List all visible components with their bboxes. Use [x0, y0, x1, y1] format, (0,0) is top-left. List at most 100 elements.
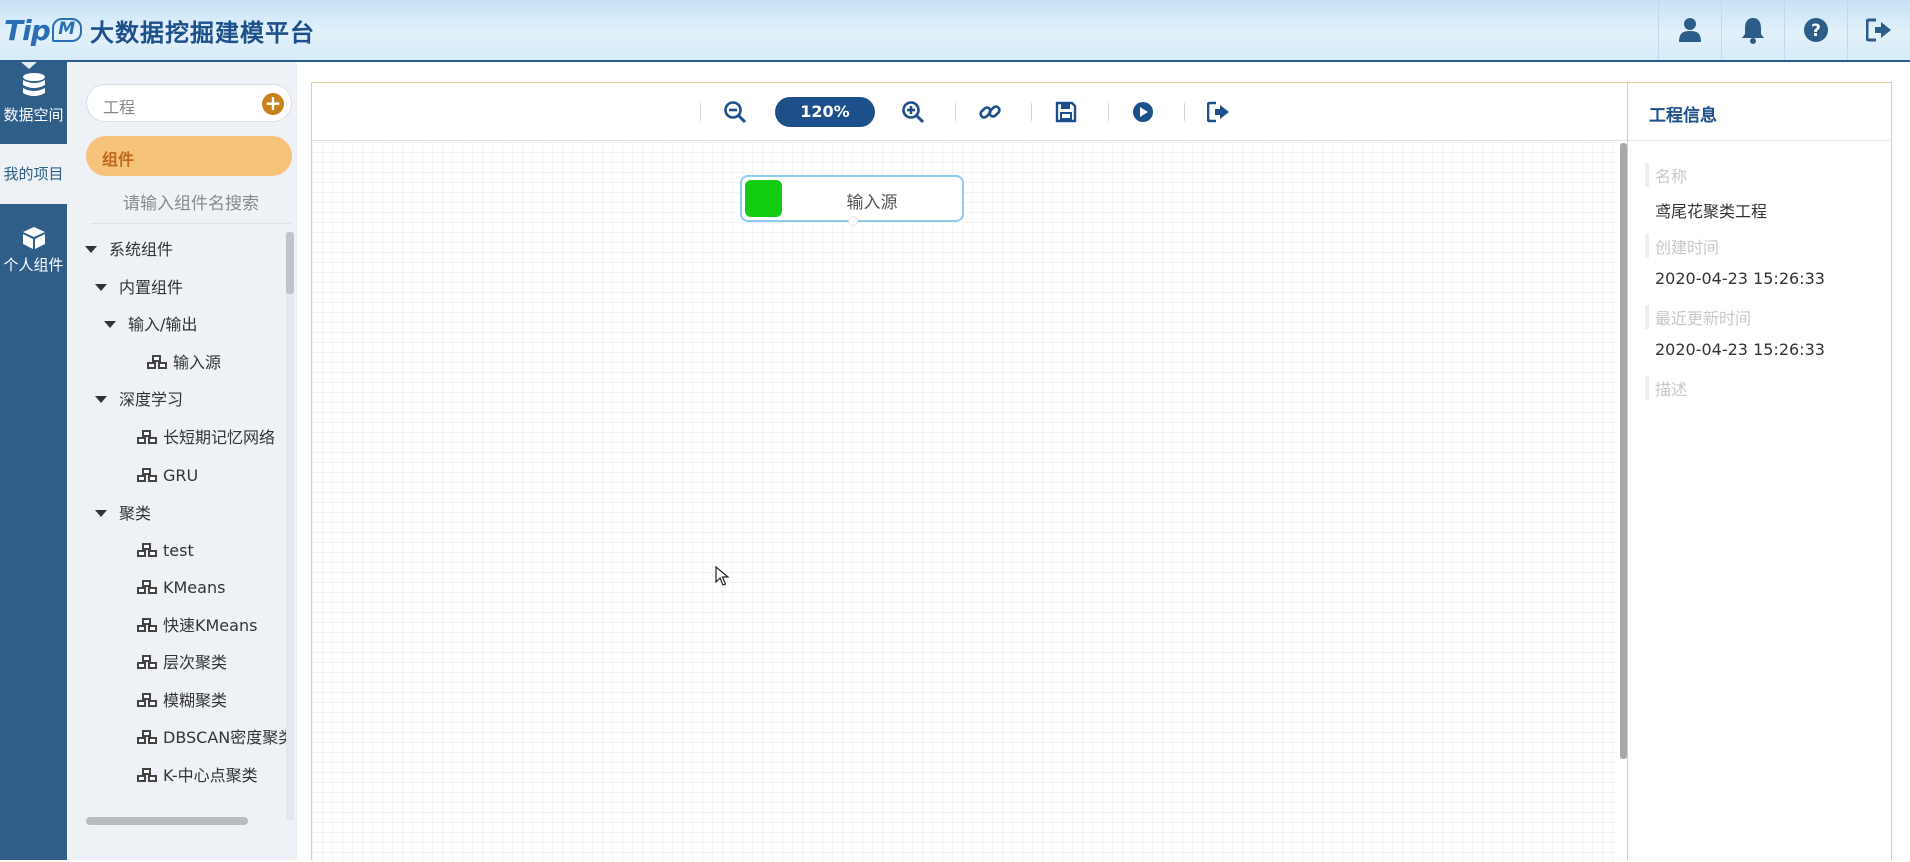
cubes-icon — [137, 468, 157, 482]
export-icon[interactable] — [1206, 99, 1232, 125]
tree-component[interactable]: GRU — [137, 464, 198, 488]
tree-component[interactable]: test — [137, 539, 194, 563]
tree-label: DBSCAN密度聚类 — [163, 728, 287, 747]
bell-icon[interactable] — [1721, 0, 1784, 60]
chevron-down-icon — [95, 510, 107, 517]
cubes-icon — [137, 693, 157, 707]
tree-label: 深度学习 — [119, 390, 184, 409]
info-panel-header: 工程信息 — [1628, 83, 1891, 141]
search-placeholder: 请输入组件名搜索 — [123, 194, 259, 214]
info-updated-value: 2020-04-23 15:26:33 — [1655, 340, 1825, 359]
rail-item-label: 我的项目 — [3, 165, 64, 183]
tree-component[interactable]: 长短期记忆网络 — [137, 426, 275, 450]
logo-badge: M — [51, 18, 82, 42]
rail-item-label: 个人组件 — [3, 256, 64, 274]
app-logo[interactable]: Tip M — [4, 10, 82, 50]
logo-text: Tip — [4, 13, 51, 47]
rail-item-label: 数据空间 — [3, 106, 64, 124]
tree-label: 内置组件 — [119, 278, 184, 297]
cubes-icon — [137, 768, 157, 782]
tree-label: KMeans — [163, 578, 226, 597]
cubes-icon — [137, 430, 157, 444]
toolbar-divider — [1108, 103, 1109, 121]
info-panel-title: 工程信息 — [1649, 106, 1717, 126]
tree-folder[interactable]: 深度学习 — [95, 388, 183, 412]
info-name-label: 名称 — [1645, 163, 1687, 187]
tree-label: 长短期记忆网络 — [163, 428, 276, 447]
top-icons: ? — [1658, 0, 1910, 60]
chevron-down-icon — [95, 396, 107, 403]
chevron-down-icon — [95, 284, 107, 291]
cubes-icon — [137, 580, 157, 594]
tree-folder[interactable]: 系统组件 — [85, 238, 173, 262]
left-rail: 数据空间 我的项目 个人组件 — [0, 62, 67, 860]
tree-component[interactable]: 输入源 — [147, 351, 221, 375]
tree-scroll-track — [286, 232, 294, 820]
tab-components[interactable]: 组件 — [86, 136, 292, 176]
zoom-out-icon[interactable] — [722, 99, 748, 125]
tree-label: 聚类 — [119, 504, 152, 523]
user-icon[interactable] — [1658, 0, 1721, 60]
info-updated-label: 最近更新时间 — [1645, 305, 1751, 329]
rail-item-my-projects[interactable]: 我的项目 — [0, 144, 67, 204]
tree-component[interactable]: 层次聚类 — [137, 651, 227, 675]
tree-component[interactable]: 模糊聚类 — [137, 689, 227, 713]
app-title: 大数据挖掘建模平台 — [90, 19, 315, 47]
tree-folder[interactable]: 内置组件 — [95, 276, 183, 300]
rail-item-personal-components[interactable]: 个人组件 — [0, 226, 67, 288]
svg-text:?: ? — [1811, 21, 1821, 41]
chevron-down-icon — [104, 321, 116, 328]
tree-label: test — [163, 541, 194, 560]
canvas-vertical-scrollbar[interactable] — [1620, 143, 1627, 759]
save-icon[interactable] — [1053, 99, 1079, 125]
toolbar-divider — [1184, 103, 1185, 121]
database-icon — [22, 73, 45, 96]
add-project-icon[interactable]: + — [262, 93, 284, 115]
design-canvas[interactable]: 输入源 — [312, 142, 1617, 862]
tree-label: 输入源 — [173, 353, 222, 372]
component-search-input[interactable]: 请输入组件名搜索 — [91, 186, 291, 224]
cubes-icon — [137, 543, 157, 557]
node-label: 输入源 — [846, 193, 898, 213]
help-icon[interactable]: ? — [1784, 0, 1847, 60]
top-bar: Tip M 大数据挖掘建模平台 ? — [0, 0, 1910, 62]
tab-components-label: 组件 — [102, 150, 135, 169]
tree-label: K-中心点聚类 — [163, 766, 258, 785]
info-description-label: 描述 — [1645, 376, 1687, 400]
tree-vertical-scrollbar[interactable] — [286, 232, 294, 294]
tree-folder[interactable]: 输入/输出 — [104, 313, 197, 337]
tree-folder[interactable]: 聚类 — [95, 502, 151, 526]
logout-icon[interactable] — [1847, 0, 1910, 60]
project-selector[interactable]: 工程 + — [86, 84, 292, 122]
tree-label: 快速KMeans — [163, 616, 258, 635]
rail-item-data-space[interactable]: 数据空间 — [0, 70, 67, 132]
tree-label: 层次聚类 — [163, 653, 228, 672]
info-created-value: 2020-04-23 15:26:33 — [1655, 269, 1825, 288]
component-tree: 系统组件 内置组件 输入/输出 输入源 深度学习 长短期记忆网络 GRU 聚类 … — [85, 230, 287, 818]
toolbar-divider — [955, 103, 956, 121]
canvas-toolbar: 120% — [312, 83, 1627, 141]
cubes-icon — [137, 655, 157, 669]
tree-component[interactable]: 快速KMeans — [137, 614, 257, 638]
tree-component[interactable]: K-中心点聚类 — [137, 764, 258, 788]
tree-component[interactable]: DBSCAN密度聚类 — [137, 726, 287, 750]
cube-icon — [22, 227, 45, 249]
link-icon[interactable] — [977, 99, 1003, 125]
mouse-pointer-icon — [715, 566, 729, 586]
tree-component[interactable]: KMeans — [137, 576, 225, 600]
zoom-level-display[interactable]: 120% — [775, 97, 875, 127]
rail-caret-icon — [21, 62, 37, 69]
node-status-swatch — [745, 180, 782, 217]
canvas-node-input-source[interactable]: 输入源 — [740, 175, 964, 226]
node-output-port[interactable] — [848, 216, 858, 226]
toolbar-divider — [700, 103, 701, 121]
zoom-in-icon[interactable] — [900, 99, 926, 125]
tree-horizontal-scrollbar[interactable] — [86, 817, 248, 825]
tree-label: 系统组件 — [109, 240, 174, 259]
info-name-value: 鸢尾花聚类工程 — [1655, 202, 1768, 221]
tree-label: GRU — [163, 466, 199, 485]
project-info-panel: 工程信息 名称 鸢尾花聚类工程 创建时间 2020-04-23 15:26:33… — [1628, 82, 1892, 860]
run-icon[interactable] — [1130, 99, 1156, 125]
cubes-icon — [137, 618, 157, 632]
cubes-icon — [137, 730, 157, 744]
